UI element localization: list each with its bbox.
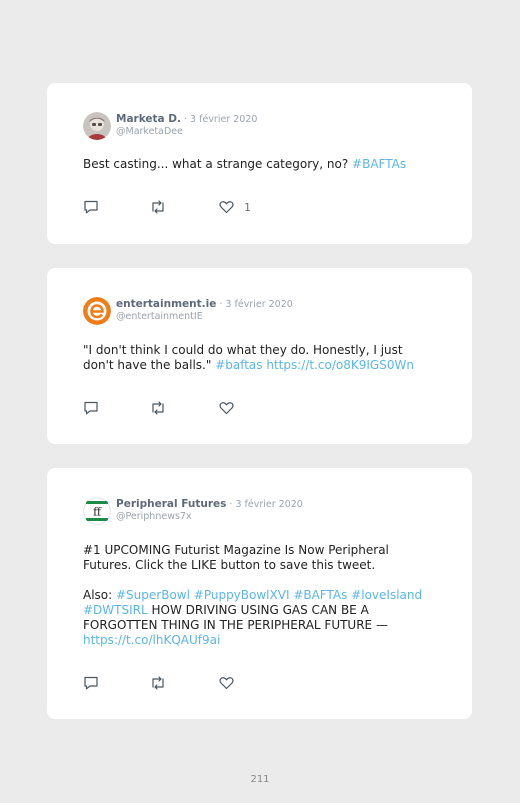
tweet-header: entertainment.ie · 3 février 2020 @enter… <box>83 297 443 327</box>
name-line: Peripheral Futures · 3 février 2020 <box>116 498 303 510</box>
retweet-icon <box>152 676 164 690</box>
retweet-button[interactable] <box>150 675 166 691</box>
tweet-link[interactable]: https://t.co/o8K9IGS0Wn <box>266 358 414 372</box>
tweet-card: ff Peripheral Futures · 3 février 2020 @… <box>47 468 472 719</box>
reply-button[interactable] <box>83 675 99 691</box>
tweet-link[interactable]: https://t.co/lhKQAUf9ai <box>83 633 220 647</box>
tweet-date[interactable]: · 3 février 2020 <box>226 499 302 510</box>
reply-icon <box>84 200 98 214</box>
tweet-text: Best casting... what a strange category,… <box>83 157 433 172</box>
peripheral-futures-logo-icon: ff <box>83 497 111 525</box>
tweet-text: #1 UPCOMING Futurist Magazine Is Now Per… <box>83 543 433 648</box>
display-name[interactable]: Peripheral Futures <box>116 498 226 510</box>
retweet-button[interactable] <box>150 199 166 215</box>
like-button[interactable]: 1 <box>219 199 251 215</box>
tweet-link[interactable]: #loveIsland <box>351 588 422 602</box>
heart-icon <box>219 677 234 690</box>
svg-text:ff: ff <box>93 506 102 519</box>
reply-icon <box>84 676 98 690</box>
avatar[interactable] <box>83 112 111 140</box>
tweet-link[interactable]: #baftas <box>215 358 262 372</box>
display-name[interactable]: Marketa D. <box>116 113 181 125</box>
tweet-actions: 1 <box>83 199 383 215</box>
heart-icon <box>219 402 234 415</box>
like-button[interactable] <box>219 400 244 416</box>
like-count: 1 <box>244 200 251 214</box>
tweet-link[interactable]: #BAFTAs <box>352 157 406 171</box>
avatar[interactable]: ff <box>83 497 111 525</box>
display-name[interactable]: entertainment.ie <box>116 298 216 310</box>
tweet-actions <box>83 400 383 416</box>
reply-icon <box>84 401 98 415</box>
tweet-link[interactable]: #BAFTAs <box>293 588 347 602</box>
retweet-icon <box>152 200 164 214</box>
tweet-paragraph: #1 UPCOMING Futurist Magazine Is Now Per… <box>83 543 433 573</box>
like-button[interactable] <box>219 675 244 691</box>
tweet-header: Marketa D. · 3 février 2020 @MarketaDee <box>83 112 443 142</box>
tweet-date[interactable]: · 3 février 2020 <box>216 299 292 310</box>
user-handle[interactable]: @MarketaDee <box>116 126 183 137</box>
entertainment-ie-logo-icon <box>83 297 111 325</box>
name-line: entertainment.ie · 3 février 2020 <box>116 298 293 310</box>
page-number: 211 <box>250 774 270 785</box>
retweet-button[interactable] <box>150 400 166 416</box>
tweet-link[interactable]: #PuppyBowlXVI <box>194 588 290 602</box>
name-line: Marketa D. · 3 février 2020 <box>116 113 257 125</box>
user-photo-avatar-icon <box>83 112 111 140</box>
tweet-date[interactable]: · 3 février 2020 <box>181 114 257 125</box>
tweet-card: entertainment.ie · 3 février 2020 @enter… <box>47 268 472 444</box>
user-handle[interactable]: @entertainmentIE <box>116 311 203 322</box>
tweet-paragraph: "I don't think I could do what they do. … <box>83 343 433 373</box>
reply-button[interactable] <box>83 199 99 215</box>
tweet-paragraph: Best casting... what a strange category,… <box>83 157 433 172</box>
avatar[interactable] <box>83 297 111 325</box>
tweet-header: ff Peripheral Futures · 3 février 2020 @… <box>83 497 443 527</box>
tweet-card: Marketa D. · 3 février 2020 @MarketaDee … <box>47 83 472 244</box>
reply-button[interactable] <box>83 400 99 416</box>
heart-icon <box>219 201 234 214</box>
tweet-link[interactable]: #SuperBowl <box>116 588 190 602</box>
retweet-icon <box>152 401 164 415</box>
tweet-text-segment: #1 UPCOMING Futurist Magazine Is Now Per… <box>83 543 389 572</box>
tweet-paragraph: Also: #SuperBowl #PuppyBowlXVI #BAFTAs #… <box>83 588 433 648</box>
tweet-actions <box>83 675 383 691</box>
tweet-link[interactable]: #DWTSIRL <box>83 603 148 617</box>
tweet-text-segment: Best casting... what a strange category,… <box>83 157 353 171</box>
tweet-text-segment: Also: <box>83 588 116 602</box>
tweet-text: "I don't think I could do what they do. … <box>83 343 433 373</box>
user-handle[interactable]: @Periphnews7x <box>116 511 192 522</box>
